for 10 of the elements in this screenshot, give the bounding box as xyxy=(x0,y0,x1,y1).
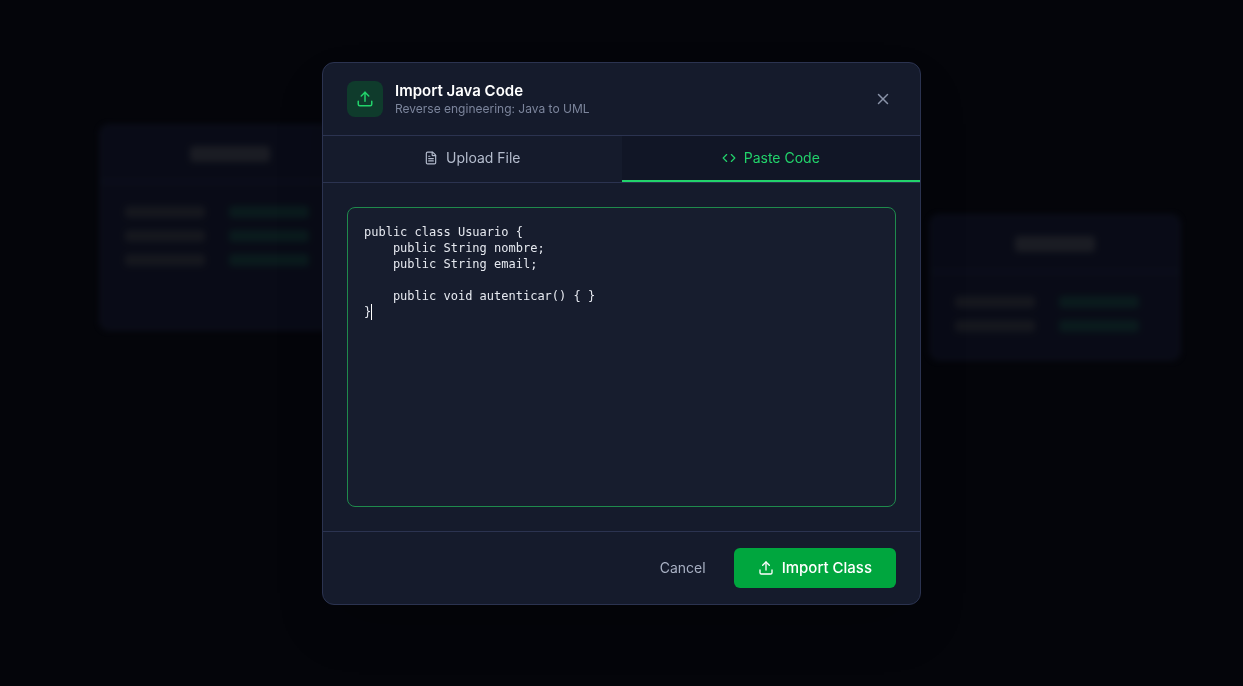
code-icon xyxy=(721,151,736,165)
dialog-subtitle: Reverse engineering: Java to UML xyxy=(395,101,591,117)
upload-icon xyxy=(347,81,383,117)
code-field[interactable]: public class Usuario { public String nombre; public String email; public void autenticar() { } } xyxy=(347,207,896,507)
upload-icon xyxy=(757,560,774,576)
tab[interactable]: Upload File xyxy=(323,136,622,182)
cancel-button[interactable]: Cancel xyxy=(643,548,722,588)
tab[interactable]: Paste Code xyxy=(621,136,920,182)
document-icon xyxy=(424,151,438,165)
dialog-title: Import Java Code xyxy=(395,81,524,101)
